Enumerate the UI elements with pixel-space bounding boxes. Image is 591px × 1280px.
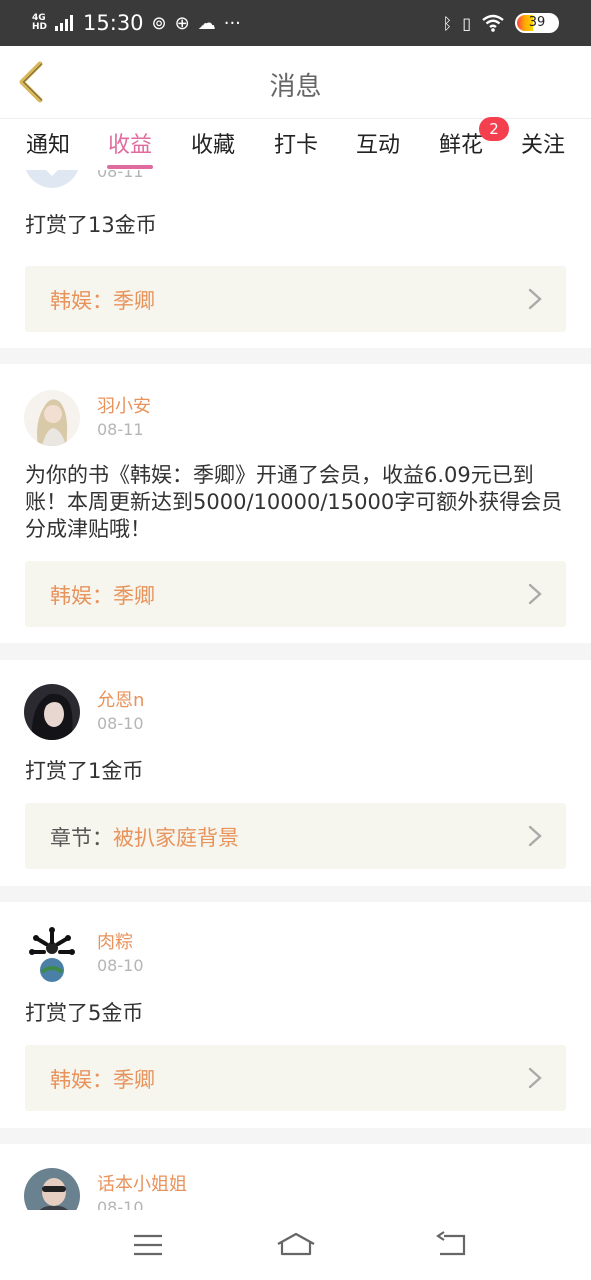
tab-flowers[interactable]: 鲜花 2 <box>437 117 509 167</box>
unread-badge: 2 <box>479 117 509 141</box>
message-card: 肉粽 08-10 打赏了5金币 韩娱：季卿 <box>0 902 591 1128</box>
sync-icon: ⊚ <box>151 12 167 34</box>
chapter-link[interactable]: 章节：被扒家庭背景 <box>25 803 566 869</box>
book-link[interactable]: 韩娱：季卿 <box>25 1045 566 1111</box>
page-title: 消息 <box>269 72 322 102</box>
tab-following[interactable]: 关注 <box>519 127 567 167</box>
avatar[interactable] <box>24 926 80 982</box>
message-date: 08-11 <box>97 170 144 181</box>
message-date: 08-10 <box>97 956 144 975</box>
link-title: 被扒家庭背景 <box>113 826 239 850</box>
link-prefix: 韩娱： <box>50 289 113 313</box>
message-date: 08-10 <box>97 1198 144 1210</box>
message-text: 为你的书《韩娱：季卿》开通了会员，收益6.09元已到账！本周更新达到5000/1… <box>25 463 563 541</box>
username[interactable]: 肉粽 <box>97 928 133 954</box>
book-link[interactable]: 韩娱：季卿 <box>25 561 566 627</box>
tab-label: 关注 <box>520 133 565 158</box>
message-card: 08-11 打赏了13金币 韩娱：季卿 <box>0 170 591 348</box>
more-icon: ··· <box>223 12 241 34</box>
message-date: 08-11 <box>97 420 144 439</box>
tab-interaction[interactable]: 互动 <box>354 127 402 167</box>
wifi-icon <box>482 14 504 32</box>
message-card: 允恩n 08-10 打赏了1金币 章节：被扒家庭背景 <box>0 660 591 886</box>
username[interactable]: 话本小姐姐 <box>97 1170 187 1196</box>
tab-label: 收藏 <box>190 133 235 158</box>
tab-favorites[interactable]: 收藏 <box>189 127 237 167</box>
chevron-right-icon <box>528 583 542 605</box>
home-button[interactable] <box>274 1228 318 1262</box>
message-card: 羽小安 08-11 为你的书《韩娱：季卿》开通了会员，收益6.09元已到账！本周… <box>0 364 591 643</box>
message-text: 打赏了13金币 <box>25 213 157 237</box>
link-prefix: 韩娱： <box>50 1068 113 1092</box>
chevron-right-icon <box>528 1067 542 1089</box>
link-label: 韩娱：季卿 <box>50 285 155 315</box>
system-nav-bar <box>0 1210 591 1280</box>
link-title: 季卿 <box>113 1068 155 1092</box>
book-link[interactable]: 韩娱：季卿 <box>25 266 566 332</box>
link-prefix: 韩娱： <box>50 584 113 608</box>
title-bar: 消息 <box>0 46 591 118</box>
avatar[interactable] <box>24 390 80 446</box>
user-photo-icon <box>24 390 80 446</box>
active-tab-indicator <box>107 165 153 169</box>
vibrate-icon: ▯ <box>462 13 471 33</box>
weather-cloud-icon: ☁ <box>197 12 216 34</box>
link-title: 季卿 <box>113 289 155 313</box>
message-list: 08-11 打赏了13金币 韩娱：季卿 羽小安 08-11 为你的书《韩娱：季卿… <box>0 170 591 1210</box>
menu-button[interactable] <box>126 1228 170 1262</box>
user-photo-icon <box>24 684 80 740</box>
tab-checkin[interactable]: 打卡 <box>272 127 320 167</box>
data-icon: ⊕ <box>174 12 190 34</box>
message-text: 打赏了5金币 <box>25 1001 144 1025</box>
user-photo-icon <box>24 1168 80 1210</box>
home-icon <box>277 1232 315 1256</box>
tab-label: 鲜花 <box>438 133 483 158</box>
username[interactable]: 允恩n <box>97 686 144 712</box>
tab-label: 互动 <box>355 133 400 158</box>
avatar[interactable] <box>24 684 80 740</box>
link-label: 韩娱：季卿 <box>50 1064 155 1094</box>
message-card: 话本小姐姐 08-10 <box>0 1144 591 1210</box>
chevron-right-icon <box>528 288 542 310</box>
default-avatar-icon <box>25 170 79 188</box>
user-photo-icon <box>24 926 80 982</box>
battery-indicator: 39 <box>515 13 559 33</box>
battery-level: 39 <box>528 15 546 30</box>
username[interactable]: 羽小安 <box>97 392 151 418</box>
tab-earnings[interactable]: 收益 <box>106 127 154 169</box>
tab-label: 收益 <box>107 133 152 158</box>
chevron-right-icon <box>528 825 542 847</box>
avatar[interactable] <box>24 170 80 188</box>
bluetooth-icon: ᛒ <box>442 13 453 33</box>
status-bar: 4G HD 15:30 ⊚ ⊕ ☁ ··· ᛒ ▯ 39 <box>0 0 591 46</box>
tab-label: 通知 <box>25 133 70 158</box>
message-date: 08-10 <box>97 714 144 733</box>
back-icon <box>436 1231 466 1256</box>
message-text: 打赏了1金币 <box>25 759 144 783</box>
tab-label: 打卡 <box>273 133 318 158</box>
clock: 15:30 <box>83 11 144 35</box>
signal-icon <box>55 15 74 31</box>
link-label: 韩娱：季卿 <box>50 580 155 610</box>
tab-notifications[interactable]: 通知 <box>24 127 72 167</box>
link-title: 季卿 <box>113 584 155 608</box>
link-prefix: 章节： <box>50 826 113 850</box>
menu-icon <box>134 1234 162 1256</box>
network-indicator: 4G HD <box>32 13 48 32</box>
tab-bar: 通知 收益 收藏 打卡 互动 鲜花 2 关注 <box>0 117 591 170</box>
avatar[interactable] <box>24 1168 80 1210</box>
back-nav-button[interactable] <box>430 1228 474 1262</box>
link-label: 章节：被扒家庭背景 <box>50 822 239 852</box>
